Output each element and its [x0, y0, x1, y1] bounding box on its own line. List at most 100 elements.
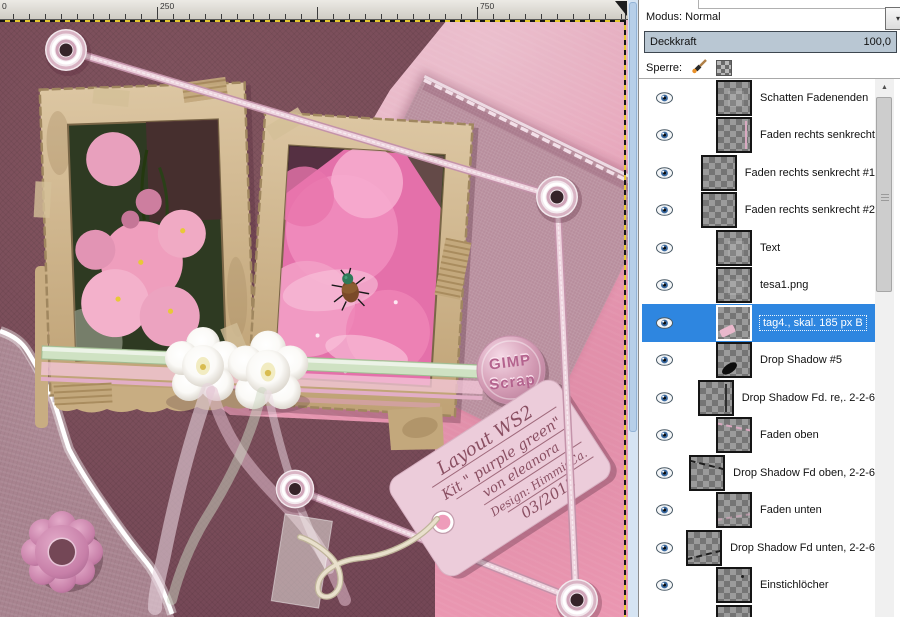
layers-scrollbar[interactable]: ▲ [875, 79, 894, 617]
thumbnail-content [718, 232, 750, 264]
layer-row[interactable]: Drop Shadow Fd unten, 2-2-6 [642, 529, 875, 567]
layer-name[interactable]: Faden unten [760, 504, 822, 516]
layer-thumbnail[interactable] [716, 230, 752, 266]
eyelet-bottom-right [556, 579, 602, 617]
visibility-eye-icon[interactable] [656, 429, 676, 441]
layer-row[interactable]: Drop Shadow Fd. re,. 2-2-6 [642, 379, 875, 417]
layer-name[interactable]: tesa1.png [760, 279, 808, 291]
layer-thumbnail[interactable] [716, 492, 752, 528]
layer-thumbnail[interactable] [701, 155, 737, 191]
layer-thumbnail[interactable] [716, 305, 752, 341]
visibility-eye-icon[interactable] [656, 354, 676, 366]
visibility-eye-icon[interactable] [656, 129, 676, 141]
chevron-down-icon: ▾ [896, 14, 900, 23]
layer-row[interactable]: Drop Shadow #5 [642, 342, 875, 380]
layer-thumbnail[interactable] [701, 192, 737, 228]
mode-label: Modus: [646, 11, 682, 23]
layer-name[interactable]: Faden oben [760, 429, 819, 441]
scroll-up-button[interactable]: ▲ [875, 79, 894, 96]
thumbnail-content [718, 569, 750, 601]
thumbnail-content [718, 269, 750, 301]
scrollbar-thumb[interactable] [629, 2, 637, 432]
eyelet-right [536, 176, 582, 223]
visibility-eye-icon[interactable] [656, 579, 676, 591]
horizontal-ruler[interactable]: 0 250 750 [0, 0, 628, 20]
layer-name[interactable]: Faden rechts senkrecht #1 [745, 167, 875, 179]
scrollbar-thumb[interactable] [876, 97, 892, 292]
layer-row[interactable]: Faden oben [642, 417, 875, 455]
layer-row[interactable] [642, 604, 875, 617]
panel-divider [698, 0, 699, 8]
layer-row[interactable]: Einstichlöcher [642, 567, 875, 605]
visibility-eye-icon[interactable] [656, 204, 673, 216]
opacity-value: 100,0 [863, 36, 891, 48]
visibility-eye-icon[interactable] [656, 92, 676, 104]
layer-row[interactable]: Faden rechts senkrecht [642, 117, 875, 155]
visibility-eye-icon[interactable] [656, 317, 676, 329]
layer-name[interactable]: Drop Shadow Fd. re,. 2-2-6 [742, 392, 875, 404]
lock-label: Sperre: [646, 62, 682, 74]
layer-thumbnail[interactable] [698, 380, 734, 416]
flower-button [21, 511, 103, 593]
visibility-eye-icon[interactable] [656, 467, 673, 479]
layer-thumbnail[interactable] [686, 530, 722, 566]
visibility-eye-icon[interactable] [656, 279, 676, 291]
opacity-slider[interactable]: Deckkraft 100,0 [644, 31, 897, 53]
ruler-label: 0 [2, 1, 7, 11]
layer-name[interactable]: Drop Shadow Fd unten, 2-2-6 [730, 542, 875, 554]
layer-thumbnail[interactable] [716, 80, 752, 116]
layer-name[interactable]: Drop Shadow Fd oben, 2-2-6 [733, 467, 875, 479]
corrugated-strip [54, 382, 113, 405]
layer-name[interactable]: Faden rechts senkrecht [760, 129, 875, 141]
layer-thumbnail[interactable] [716, 605, 752, 617]
thumbnail-content [718, 307, 750, 339]
layer-row[interactable]: tag4., skal. 185 px B [642, 304, 875, 342]
lock-paint-button[interactable] [690, 58, 708, 77]
layer-row[interactable]: Faden rechts senkrecht #2 [642, 192, 875, 230]
layer-row[interactable]: tesa1.png [642, 267, 875, 305]
visibility-eye-icon[interactable] [656, 392, 673, 404]
layer-row[interactable]: Faden unten [642, 492, 875, 530]
layer-name[interactable]: Schatten Fadenenden [760, 92, 868, 104]
layer-name[interactable]: Text [760, 242, 780, 254]
thumbnail-content [718, 494, 750, 526]
visibility-eye-icon[interactable] [656, 504, 676, 516]
layer-thumbnail[interactable] [716, 567, 752, 603]
thumbnail-content [718, 82, 750, 114]
thumbnail-content [718, 119, 750, 151]
image-canvas[interactable]: GIMP Scrap GIMP Scrap [0, 0, 628, 617]
thumbnail-content [691, 457, 723, 489]
opacity-label: Deckkraft [650, 36, 696, 48]
layer-thumbnail[interactable] [716, 267, 752, 303]
scrollbar-grip [881, 194, 889, 195]
ruler-major-ticks [0, 7, 628, 19]
layer-row[interactable]: Text [642, 229, 875, 267]
thumbnail-content [718, 419, 750, 451]
visibility-eye-icon[interactable] [656, 242, 676, 254]
layer-name[interactable]: Faden rechts senkrecht #2 [745, 204, 875, 216]
layer-thumbnail[interactable] [716, 417, 752, 453]
layer-name[interactable]: Einstichlöcher [760, 579, 828, 591]
visibility-eye-icon[interactable] [656, 542, 673, 554]
layers-panel: Modus: Normal ▾ Deckkraft 100,0 Sperre: [638, 0, 900, 617]
layer-thumbnail[interactable] [716, 342, 752, 378]
layer-row[interactable]: Faden rechts senkrecht #1 [642, 154, 875, 192]
mode-value[interactable]: Normal [685, 11, 720, 23]
layer-thumbnail[interactable] [716, 117, 752, 153]
layers-list[interactable]: Schatten Fadenenden Faden rechts senkrec… [642, 79, 875, 617]
lock-row: Sperre: [646, 58, 732, 77]
layer-name[interactable]: Drop Shadow #5 [760, 354, 842, 366]
eyelet-top-left [45, 29, 91, 76]
layer-row[interactable]: Schatten Fadenenden [642, 79, 875, 117]
thumbnail-content [718, 607, 750, 617]
canvas-vertical-scrollbar[interactable] [628, 0, 638, 617]
layer-thumbnail[interactable] [689, 455, 725, 491]
mode-dropdown-button[interactable]: ▾ [885, 7, 900, 30]
layer-name[interactable]: tag4., skal. 185 px B [760, 316, 866, 330]
arrow-up-icon: ▲ [881, 84, 888, 91]
ruler-end-marker [615, 1, 627, 16]
layer-row[interactable]: Drop Shadow Fd oben, 2-2-6 [642, 454, 875, 492]
ruler-label: 750 [480, 1, 494, 11]
lock-alpha-button checkerboard-icon[interactable] [716, 60, 732, 76]
visibility-eye-icon[interactable] [656, 167, 673, 179]
